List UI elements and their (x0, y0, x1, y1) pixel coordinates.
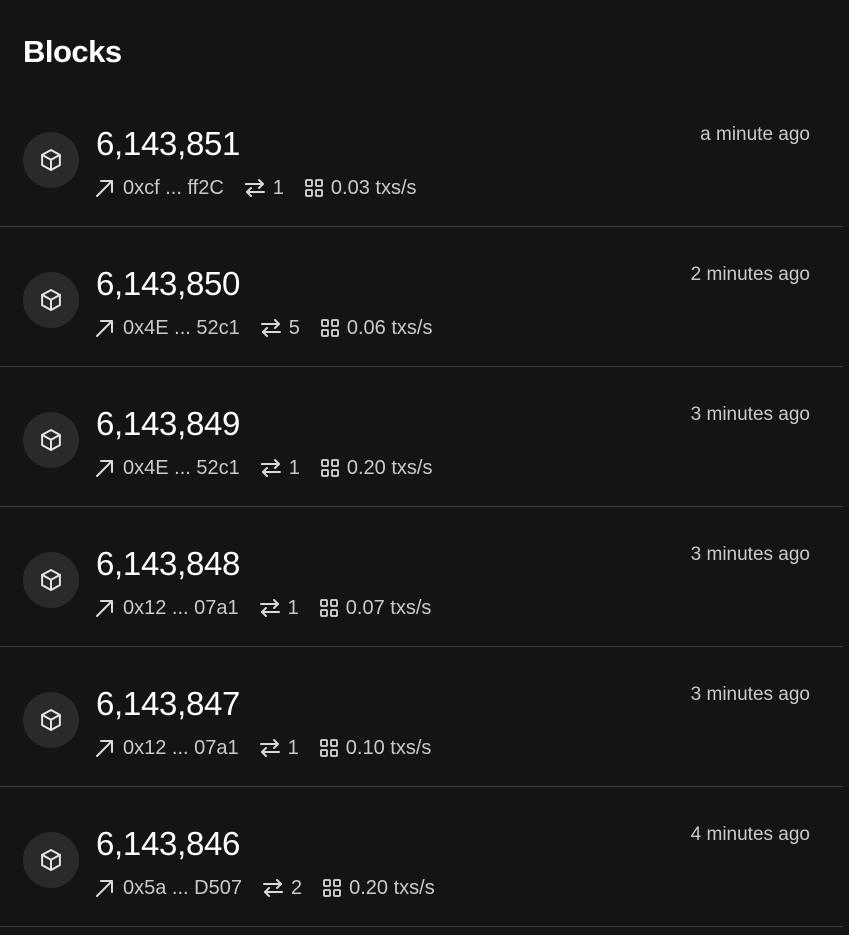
block-number-link[interactable]: 6,143,848 (96, 544, 240, 584)
block-row[interactable]: 6,143,846 0x5a ... D507 2 0.20 txs/s 4 m… (0, 787, 843, 927)
block-meta: 0x12 ... 07a1 1 (94, 595, 431, 621)
arrow-up-right-icon (94, 177, 116, 199)
block-avatar (23, 272, 79, 328)
block-meta: 0x5a ... D507 2 0.20 txs/s (94, 875, 435, 901)
arrows-exchange-icon (260, 457, 282, 479)
throughput-value: 0.06 txs/s (346, 317, 433, 339)
throughput-value: 0.03 txs/s (330, 177, 417, 199)
miner-group: 0x4E ... 52c1 (94, 455, 240, 481)
block-timestamp: a minute ago (700, 124, 810, 145)
block-row[interactable]: 6,143,848 0x12 ... 07a1 1 0.07 txs/s 3 m… (0, 507, 843, 647)
cube-icon (38, 147, 64, 173)
transactions-group: 5 (260, 315, 300, 341)
block-avatar (23, 692, 79, 748)
cube-icon (38, 287, 64, 313)
miner-group: 0x5a ... D507 (94, 875, 242, 901)
block-meta: 0xcf ... ff2C 1 0.03 txs/s (94, 175, 417, 201)
blocks-list: 6,143,851 0xcf ... ff2C 1 0.03 txs/s a m… (0, 87, 843, 927)
block-timestamp: 3 minutes ago (690, 404, 810, 425)
block-row[interactable]: 6,143,847 0x12 ... 07a1 1 0.10 txs/s 3 m… (0, 647, 843, 787)
block-avatar (23, 412, 79, 468)
block-meta: 0x4E ... 52c1 1 0.20 txs/s (94, 455, 432, 481)
throughput-group: 0.20 txs/s (322, 875, 435, 901)
miner-group: 0x4E ... 52c1 (94, 315, 240, 341)
block-row[interactable]: 6,143,849 0x4E ... 52c1 1 0.20 txs/s 3 m… (0, 367, 843, 507)
transactions-group: 1 (244, 175, 284, 201)
miner-address-link[interactable]: 0x4E ... 52c1 (123, 315, 240, 341)
transaction-count: 1 (272, 177, 284, 199)
block-avatar (23, 552, 79, 608)
block-number-link[interactable]: 6,143,850 (96, 264, 240, 304)
cube-icon (38, 567, 64, 593)
arrow-up-right-icon (94, 737, 116, 759)
throughput-value: 0.10 txs/s (345, 737, 432, 759)
cube-icon (38, 707, 64, 733)
grid-icon (319, 738, 339, 758)
throughput-group: 0.10 txs/s (319, 735, 432, 761)
block-avatar (23, 832, 79, 888)
transactions-group: 1 (259, 735, 299, 761)
block-timestamp: 3 minutes ago (690, 684, 810, 705)
block-meta: 0x12 ... 07a1 1 (94, 735, 431, 761)
grid-icon (320, 458, 340, 478)
cube-icon (38, 847, 64, 873)
cube-icon (38, 427, 64, 453)
block-timestamp: 2 minutes ago (690, 264, 810, 285)
transaction-count: 5 (288, 317, 300, 339)
block-avatar (23, 132, 79, 188)
grid-icon (320, 318, 340, 338)
transaction-count: 2 (290, 877, 303, 899)
miner-address-link[interactable]: 0xcf ... ff2C (123, 175, 224, 201)
throughput-value: 0.20 txs/s (349, 877, 435, 899)
transaction-count: 1 (287, 737, 299, 759)
throughput-value: 0.20 txs/s (346, 457, 433, 479)
miner-group: 0x12 ... 07a1 (94, 595, 239, 621)
miner-address-link[interactable]: 0x12 ... 07a1 (123, 595, 239, 621)
transaction-count: 1 (287, 597, 299, 619)
block-number-link[interactable]: 6,143,849 (96, 404, 240, 444)
grid-icon (322, 878, 342, 898)
grid-icon (304, 178, 324, 198)
arrows-exchange-icon (260, 317, 282, 339)
block-row[interactable]: 6,143,850 0x4E ... 52c1 5 0.06 txs/s 2 m… (0, 227, 843, 367)
block-timestamp: 3 minutes ago (690, 544, 810, 565)
arrow-up-right-icon (94, 877, 116, 899)
page-title: Blocks (23, 34, 122, 69)
arrows-exchange-icon (259, 597, 281, 619)
transactions-group: 1 (259, 595, 299, 621)
miner-address-link[interactable]: 0x4E ... 52c1 (123, 455, 240, 481)
block-timestamp: 4 minutes ago (690, 824, 810, 845)
block-row[interactable]: 6,143,851 0xcf ... ff2C 1 0.03 txs/s a m… (0, 87, 843, 227)
arrow-up-right-icon (94, 317, 116, 339)
arrows-exchange-icon (259, 737, 281, 759)
miner-address-link[interactable]: 0x5a ... D507 (123, 875, 242, 901)
throughput-value: 0.07 txs/s (345, 597, 432, 619)
miner-address-link[interactable]: 0x12 ... 07a1 (123, 735, 239, 761)
miner-group: 0x12 ... 07a1 (94, 735, 239, 761)
block-meta: 0x4E ... 52c1 5 0.06 txs/s (94, 315, 432, 341)
throughput-group: 0.07 txs/s (319, 595, 432, 621)
arrow-up-right-icon (94, 597, 116, 619)
miner-group: 0xcf ... ff2C (94, 175, 224, 201)
grid-icon (319, 598, 339, 618)
transactions-group: 1 (260, 455, 300, 481)
arrows-exchange-icon (244, 177, 266, 199)
transactions-group: 2 (262, 875, 302, 901)
transaction-count: 1 (288, 457, 300, 479)
throughput-group: 0.20 txs/s (320, 455, 433, 481)
block-number-link[interactable]: 6,143,851 (96, 124, 240, 164)
block-number-link[interactable]: 6,143,846 (96, 824, 240, 864)
throughput-group: 0.06 txs/s (320, 315, 433, 341)
throughput-group: 0.03 txs/s (304, 175, 417, 201)
arrows-exchange-icon (262, 877, 284, 899)
arrow-up-right-icon (94, 457, 116, 479)
block-number-link[interactable]: 6,143,847 (96, 684, 240, 724)
